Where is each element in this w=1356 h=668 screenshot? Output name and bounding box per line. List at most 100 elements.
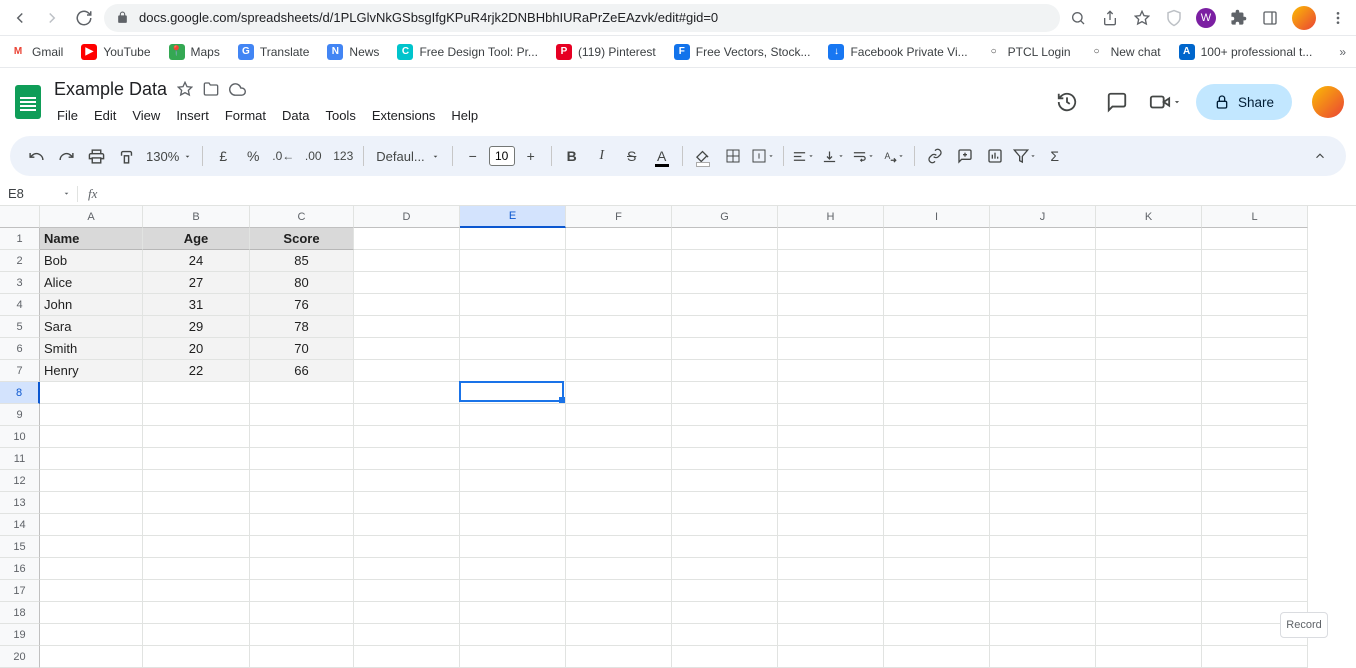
cell[interactable] — [1202, 646, 1308, 668]
cell[interactable] — [672, 536, 778, 558]
cell[interactable] — [566, 316, 672, 338]
decrease-font-size-button[interactable]: − — [459, 142, 487, 170]
row-header[interactable]: 19 — [0, 624, 40, 646]
cell[interactable] — [1096, 294, 1202, 316]
cell[interactable] — [460, 426, 566, 448]
paint-format-button[interactable] — [112, 142, 140, 170]
menu-file[interactable]: File — [50, 105, 85, 126]
cell[interactable] — [1202, 316, 1308, 338]
cell[interactable] — [672, 492, 778, 514]
record-badge[interactable]: Record — [1280, 612, 1328, 638]
cell[interactable] — [1096, 228, 1202, 250]
collapse-toolbar-button[interactable] — [1306, 142, 1334, 170]
browser-profile-avatar[interactable] — [1292, 6, 1316, 30]
extension-purple-icon[interactable]: W — [1196, 8, 1216, 28]
cell[interactable]: Name — [40, 228, 143, 250]
cell[interactable] — [672, 316, 778, 338]
cell[interactable] — [672, 404, 778, 426]
cell[interactable] — [143, 558, 250, 580]
cell[interactable] — [1096, 514, 1202, 536]
cell[interactable] — [250, 492, 354, 514]
cell[interactable] — [1096, 382, 1202, 404]
cell[interactable] — [566, 646, 672, 668]
column-header[interactable]: G — [672, 206, 778, 228]
menu-insert[interactable]: Insert — [169, 105, 216, 126]
menu-data[interactable]: Data — [275, 105, 316, 126]
cell[interactable] — [884, 470, 990, 492]
cell[interactable]: John — [40, 294, 143, 316]
star-icon[interactable] — [177, 81, 193, 97]
cell[interactable] — [40, 646, 143, 668]
cell[interactable] — [1202, 470, 1308, 492]
cell[interactable] — [672, 602, 778, 624]
cell[interactable] — [566, 228, 672, 250]
bookmark-item[interactable]: P(119) Pinterest — [556, 44, 656, 60]
cell[interactable] — [884, 272, 990, 294]
cell[interactable] — [354, 272, 460, 294]
cell[interactable] — [143, 514, 250, 536]
cell[interactable]: 78 — [250, 316, 354, 338]
cell[interactable] — [566, 272, 672, 294]
cell[interactable] — [40, 558, 143, 580]
cell[interactable]: Score — [250, 228, 354, 250]
cell[interactable] — [672, 514, 778, 536]
cell[interactable] — [778, 448, 884, 470]
cell[interactable] — [778, 250, 884, 272]
cell[interactable] — [990, 294, 1096, 316]
row-header[interactable]: 9 — [0, 404, 40, 426]
cell[interactable] — [566, 426, 672, 448]
menu-help[interactable]: Help — [444, 105, 485, 126]
cell[interactable] — [1202, 360, 1308, 382]
cell[interactable] — [778, 492, 884, 514]
cell[interactable] — [672, 382, 778, 404]
comments-icon[interactable] — [1099, 84, 1135, 120]
cell[interactable] — [990, 624, 1096, 646]
cell[interactable]: 31 — [143, 294, 250, 316]
cell[interactable] — [1202, 228, 1308, 250]
cell[interactable] — [40, 492, 143, 514]
cell[interactable] — [460, 602, 566, 624]
menu-extensions[interactable]: Extensions — [365, 105, 443, 126]
cell[interactable] — [1096, 536, 1202, 558]
cell[interactable] — [1202, 492, 1308, 514]
cell[interactable] — [990, 338, 1096, 360]
cell[interactable] — [778, 404, 884, 426]
cell[interactable] — [143, 646, 250, 668]
share-page-icon[interactable] — [1100, 8, 1120, 28]
bookmark-item[interactable]: FFree Vectors, Stock... — [674, 44, 811, 60]
cell[interactable] — [250, 558, 354, 580]
cell[interactable] — [990, 272, 1096, 294]
side-panel-icon[interactable] — [1260, 8, 1280, 28]
cell[interactable] — [884, 558, 990, 580]
cell[interactable] — [1202, 404, 1308, 426]
cell[interactable]: 20 — [143, 338, 250, 360]
cell[interactable] — [143, 448, 250, 470]
cell[interactable] — [40, 624, 143, 646]
decrease-decimal-button[interactable]: .0← — [269, 142, 297, 170]
text-color-button[interactable]: A — [648, 142, 676, 170]
cell[interactable] — [672, 558, 778, 580]
redo-button[interactable] — [52, 142, 80, 170]
menu-format[interactable]: Format — [218, 105, 273, 126]
history-icon[interactable] — [1049, 84, 1085, 120]
cell[interactable] — [40, 580, 143, 602]
cell[interactable] — [672, 646, 778, 668]
cell[interactable]: Henry — [40, 360, 143, 382]
cell[interactable]: Smith — [40, 338, 143, 360]
browser-menu-icon[interactable] — [1328, 8, 1348, 28]
cell[interactable] — [778, 316, 884, 338]
cell[interactable] — [1096, 338, 1202, 360]
cell[interactable] — [672, 624, 778, 646]
cell[interactable] — [354, 558, 460, 580]
bookmark-item[interactable]: MGmail — [10, 44, 63, 60]
cell[interactable]: 22 — [143, 360, 250, 382]
italic-button[interactable]: I — [588, 142, 616, 170]
cell[interactable] — [1202, 580, 1308, 602]
row-header[interactable]: 1 — [0, 228, 40, 250]
sheets-logo[interactable] — [8, 82, 48, 122]
cell[interactable] — [884, 338, 990, 360]
cell[interactable] — [990, 250, 1096, 272]
share-button[interactable]: Share — [1196, 84, 1292, 120]
column-header[interactable]: A — [40, 206, 143, 228]
cell[interactable] — [460, 228, 566, 250]
